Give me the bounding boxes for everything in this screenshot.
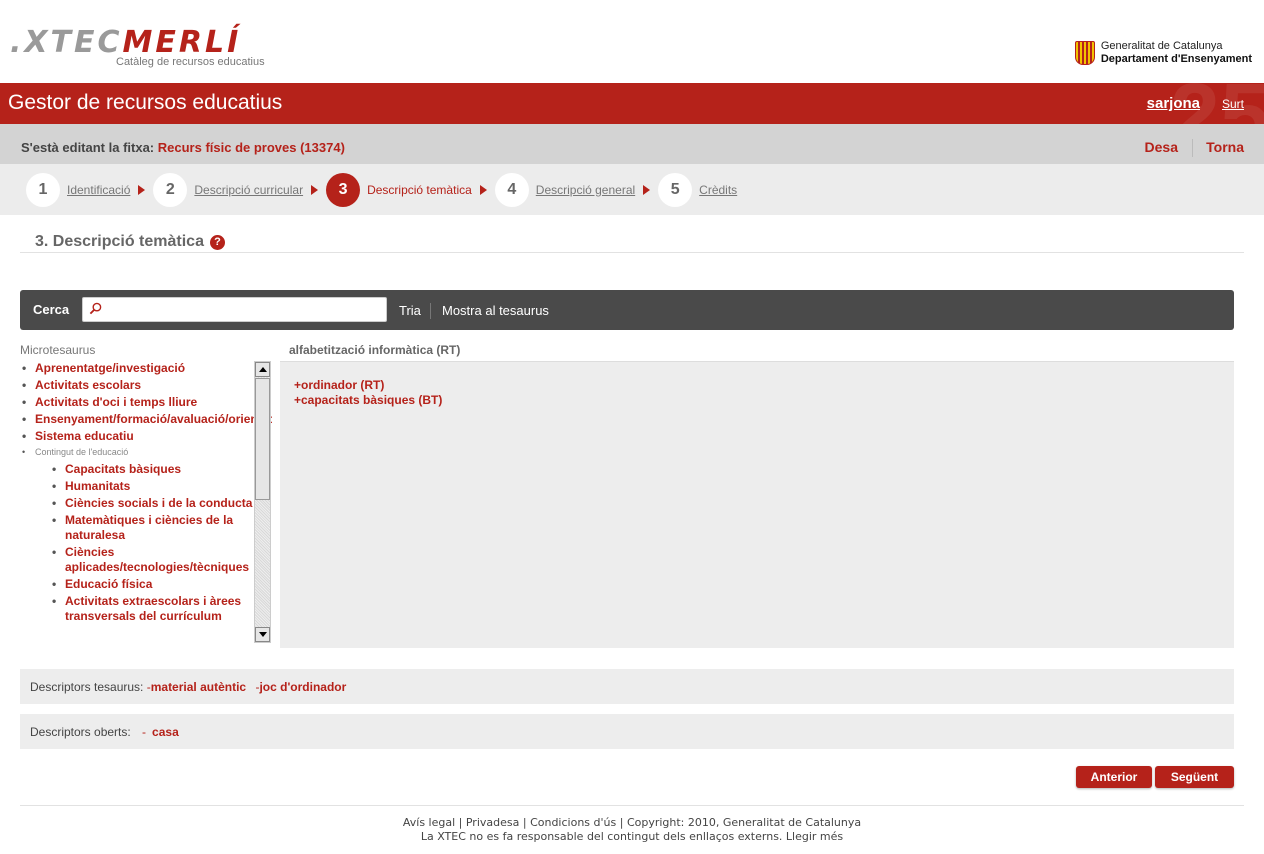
remove-tag-icon[interactable]: -: [142, 725, 146, 739]
search-input[interactable]: [107, 298, 382, 321]
search-box[interactable]: [82, 297, 387, 322]
step-label[interactable]: Crèdits: [699, 183, 737, 197]
list-item[interactable]: Ciències aplicades/tecnologies/tècniques: [50, 545, 272, 575]
divider: [20, 805, 1244, 806]
section-title: 3. Descripció temàtica ?: [35, 233, 225, 251]
help-icon[interactable]: ?: [209, 234, 225, 250]
gencat-line2: Departament d'Ensenyament: [1100, 53, 1252, 65]
list-item[interactable]: Ciències socials i de la conducta: [50, 496, 272, 511]
scrollbar[interactable]: [254, 361, 271, 643]
microthesaurus-title: Microtesaurus: [20, 343, 96, 357]
related-term-link[interactable]: +capacitats bàsiques (BT): [294, 393, 1220, 408]
xtec-merli-logo[interactable]: .XTECMERLÍ Catàleg de recursos educatius: [10, 28, 270, 72]
copyright: Copyright: 2010, Generalitat de Cataluny…: [626, 816, 862, 829]
search-label: Cerca: [33, 302, 70, 317]
scroll-down-button[interactable]: [255, 627, 270, 642]
microthesaurus-list[interactable]: Aprenentatge/investigació Activitats esc…: [20, 361, 272, 643]
step-number: 5: [658, 172, 693, 207]
divider: [1192, 139, 1193, 157]
list-item[interactable]: Educació física: [50, 577, 272, 592]
list-item[interactable]: Capacitats bàsiques: [50, 462, 272, 477]
list-item[interactable]: Aprenentatge/investigació: [20, 361, 272, 376]
step-descripcio-tematica[interactable]: 3 Descripció temàtica: [326, 172, 487, 207]
term-detail-panel: +ordinador (RT) +capacitats bàsiques (BT…: [280, 362, 1234, 648]
conditions-link[interactable]: Condicions d'ús: [530, 816, 616, 829]
footer-disclaimer: La XTEC no es fa responsable del conting…: [0, 830, 1264, 844]
list-item[interactable]: Activitats d'oci i temps lliure: [20, 395, 272, 410]
gencat-logo[interactable]: Generalitat de Catalunya Departament d'E…: [1074, 39, 1252, 67]
thesaurus-descriptors: Descriptors tesaurus: -material autèntic…: [20, 669, 1234, 704]
save-link[interactable]: Desa: [1145, 139, 1178, 155]
show-thesaurus-link[interactable]: Mostra al tesaurus: [442, 303, 549, 318]
open-descriptors: Descriptors oberts: - casa: [20, 714, 1234, 749]
descriptor-tag[interactable]: joc d'ordinador: [259, 680, 346, 694]
step-descripcio-curricular[interactable]: 2 Descripció curricular: [153, 172, 319, 207]
arrow-right-icon: [138, 184, 146, 195]
divider: [20, 252, 1244, 253]
editing-label: S'està editant la fitxa: Recurs físic de…: [21, 140, 345, 155]
arrow-right-icon: [479, 184, 487, 195]
list-item[interactable]: Activitats extraescolars i àrees transve…: [50, 594, 272, 624]
editing-prefix: S'està editant la fitxa:: [21, 140, 155, 155]
arrow-right-icon: [643, 184, 651, 195]
privacy-link[interactable]: Privadesa: [466, 816, 520, 829]
arrow-down-icon: [258, 632, 267, 637]
list-item[interactable]: Humanitats: [50, 479, 272, 494]
step-label[interactable]: Descripció curricular: [194, 183, 303, 197]
thesaurus-descriptors-label: Descriptors tesaurus:: [30, 680, 144, 694]
app-bar: 25 Gestor de recursos educatius sarjona …: [0, 83, 1264, 124]
step-label: Descripció temàtica: [367, 182, 472, 197]
wizard-steps: 1 Identificació 2 Descripció curricular …: [0, 164, 1264, 215]
step-label[interactable]: Identificació: [67, 183, 130, 197]
step-number: 2: [153, 172, 188, 207]
logo-xtec: .XTEC: [10, 25, 123, 60]
descriptor-tag[interactable]: material autèntic: [151, 680, 246, 694]
step-number: 1: [26, 172, 60, 207]
scroll-up-button[interactable]: [255, 362, 270, 377]
term-title: alfabetització informàtica (RT): [289, 343, 461, 357]
senyera-icon: [1074, 41, 1095, 65]
divider: [430, 303, 431, 319]
step-number: 4: [494, 172, 529, 207]
search-bar: Cerca Tria Mostra al tesaurus: [20, 290, 1234, 330]
list-item[interactable]: Activitats escolars: [20, 378, 272, 393]
list-item[interactable]: Sistema educatiu: [20, 429, 272, 444]
open-descriptors-label: Descriptors oberts:: [30, 725, 131, 739]
user-link[interactable]: sarjona: [1147, 95, 1200, 112]
list-item[interactable]: Matemàtiques i ciències de la naturalesa: [50, 513, 272, 543]
footer-links: Avís legal | Privadesa | Condicions d'ús…: [402, 816, 862, 829]
scroll-thumb[interactable]: [255, 378, 270, 500]
step-descripcio-general[interactable]: 4 Descripció general: [494, 172, 651, 207]
record-name: Recurs físic de proves (13374): [157, 140, 345, 155]
next-button[interactable]: Següent: [1155, 766, 1234, 788]
logo-subtitle: Catàleg de recursos educatius: [116, 56, 265, 68]
related-term-link[interactable]: +ordinador (RT): [294, 378, 1220, 393]
app-title: Gestor de recursos educatius: [8, 91, 283, 114]
logo-merli: MERLÍ: [122, 25, 242, 60]
list-item[interactable]: Ensenyament/formació/avaluació/orientaci…: [20, 412, 272, 427]
section-title-text: 3. Descripció temàtica: [35, 233, 204, 250]
logout-link[interactable]: Surt: [1222, 97, 1244, 111]
step-label[interactable]: Descripció general: [536, 183, 635, 197]
previous-button[interactable]: Anterior: [1076, 766, 1152, 788]
legal-link[interactable]: Avís legal: [403, 816, 455, 829]
back-link[interactable]: Torna: [1206, 139, 1244, 155]
step-credits[interactable]: 5 Crèdits: [658, 172, 737, 207]
list-group-label: Contingut de l'educació: [20, 446, 272, 458]
arrow-right-icon: [311, 184, 319, 195]
search-icon: [89, 302, 102, 315]
step-identificacio[interactable]: 1 Identificació: [26, 172, 146, 207]
descriptor-tag[interactable]: casa: [152, 725, 179, 739]
choose-link[interactable]: Tria: [399, 303, 421, 318]
arrow-up-icon: [258, 367, 267, 372]
read-more-link[interactable]: Llegir més: [786, 830, 843, 843]
footer: Avís legal | Privadesa | Condicions d'ús…: [0, 816, 1264, 844]
step-number: 3: [326, 172, 361, 207]
disclaimer-text: La XTEC no es fa responsable del conting…: [420, 830, 783, 843]
editing-bar: S'està editant la fitxa: Recurs físic de…: [0, 124, 1264, 164]
gencat-line1: Generalitat de Catalunya: [1100, 40, 1223, 52]
